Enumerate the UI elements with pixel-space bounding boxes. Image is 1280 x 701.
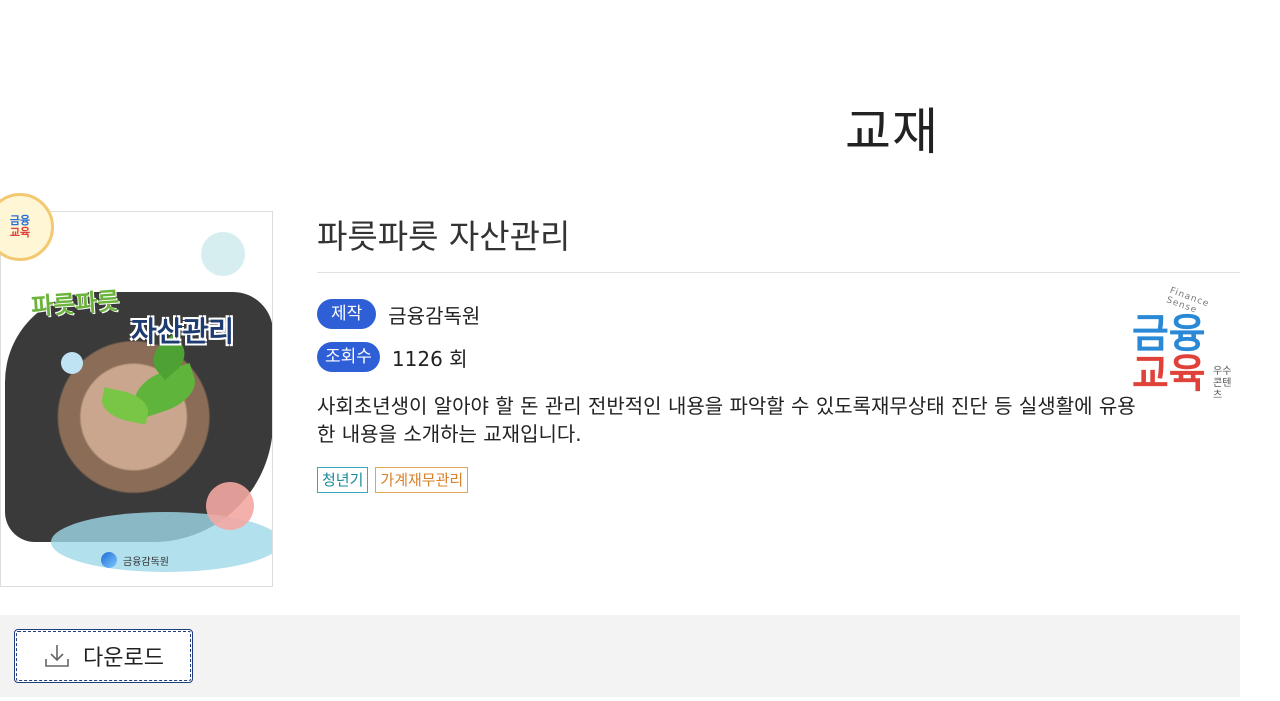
publisher-logo-icon <box>101 552 117 568</box>
logo-sub-line2: 콘텐츠 <box>1213 378 1232 401</box>
book-title: 파릇파릇 자산관리 <box>317 217 571 256</box>
views-label: 조회수 <box>317 342 380 372</box>
logo-line2: 교육 <box>1132 351 1206 397</box>
cover-publisher-text: 금융감독원 <box>123 556 169 568</box>
download-icon <box>45 645 69 667</box>
finance-education-logo: Finance Sense 금융 교육 우수 콘텐츠 <box>1128 286 1240 420</box>
page-title: 교재 <box>845 103 939 161</box>
cover-decoration <box>61 352 83 374</box>
cover-decoration <box>201 232 245 276</box>
producer-row: 제작 금융감독원 <box>317 299 480 329</box>
divider <box>317 272 1240 273</box>
cover-title-line2: 자산관리 <box>131 315 235 348</box>
book-cover-image: 파릇파릇 자산관리 금융감독원 <box>0 211 273 587</box>
producer-label: 제작 <box>317 299 377 329</box>
cover-publisher: 금융감독원 <box>101 552 169 568</box>
download-button[interactable]: 다운로드 <box>14 629 193 683</box>
cover-title-line1: 파릇파릇 <box>30 286 121 322</box>
seal-text-bottom: 교육 <box>9 226 31 239</box>
cover-decoration <box>206 482 254 530</box>
views-value: 1126 회 <box>391 346 468 371</box>
views-row: 조회수 1126 회 <box>317 342 468 372</box>
tag-youth[interactable]: 청년기 <box>317 467 369 493</box>
logo-sub: 우수 콘텐츠 <box>1213 366 1240 402</box>
tag-household-finance[interactable]: 가계재무관리 <box>375 467 469 493</box>
logo-line1: 금융 <box>1132 311 1206 357</box>
logo-sub-line1: 우수 <box>1213 366 1232 377</box>
download-label: 다운로드 <box>83 646 164 671</box>
producer-value: 금융감독원 <box>388 303 481 328</box>
book-description: 사회초년생이 알아야 할 돈 관리 전반적인 내용을 파악할 수 있도록재무상태… <box>317 394 1136 446</box>
tag-list: 청년기 가계재무관리 <box>317 467 469 493</box>
